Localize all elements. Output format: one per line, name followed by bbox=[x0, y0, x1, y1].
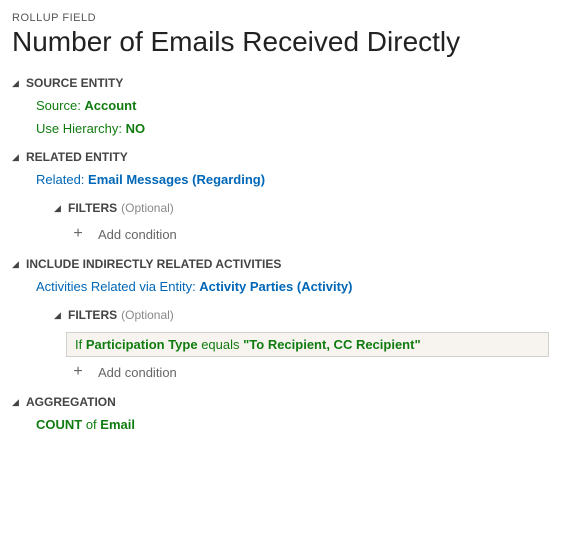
filters-optional: (Optional) bbox=[121, 201, 174, 215]
collapse-icon: ◢ bbox=[12, 78, 26, 89]
plus-icon: + bbox=[68, 363, 88, 381]
collapse-icon: ◢ bbox=[54, 310, 68, 321]
filter-condition-row[interactable]: If Participation Type equals "To Recipie… bbox=[66, 332, 549, 357]
source-label: Source: bbox=[36, 98, 84, 113]
paren-open: ( bbox=[293, 279, 301, 294]
condition-field: Participation Type bbox=[86, 337, 198, 352]
via-entity-row[interactable]: Activities Related via Entity: Activity … bbox=[36, 279, 549, 294]
section-related-entity: ◢ Related Entity Related: Email Messages… bbox=[12, 150, 549, 243]
page-title: Number of Emails Received Directly bbox=[12, 26, 549, 58]
related-field: Regarding bbox=[196, 172, 260, 187]
filters-header[interactable]: ◢ Filters (Optional) bbox=[54, 308, 549, 322]
via-entity: Activity Parties bbox=[199, 279, 293, 294]
add-condition-label: Add condition bbox=[98, 227, 177, 242]
source-value: Account bbox=[84, 98, 136, 113]
section-aggregation: ◢ Aggregation COUNT of Email bbox=[12, 395, 549, 432]
condition-value: "To Recipient, CC Recipient" bbox=[243, 337, 421, 352]
related-label: Related: bbox=[36, 172, 88, 187]
hierarchy-value: NO bbox=[126, 121, 146, 136]
filters-label: Filters bbox=[68, 201, 117, 215]
hierarchy-row[interactable]: Use Hierarchy: NO bbox=[36, 121, 549, 136]
paren-close: ) bbox=[348, 279, 352, 294]
section-header-indirect[interactable]: ◢ Include Indirectly Related Activities bbox=[12, 257, 549, 271]
collapse-icon: ◢ bbox=[12, 152, 26, 163]
section-label: Aggregation bbox=[26, 395, 116, 409]
related-entity: Email Messages bbox=[88, 172, 188, 187]
page-header: ROLLUP FIELD Number of Emails Received D… bbox=[12, 12, 549, 58]
filters-label: Filters bbox=[68, 308, 117, 322]
related-row[interactable]: Related: Email Messages (Regarding) bbox=[36, 172, 549, 187]
section-header-aggregation[interactable]: ◢ Aggregation bbox=[12, 395, 549, 409]
section-label: Include Indirectly Related Activities bbox=[26, 257, 281, 271]
section-label: Related Entity bbox=[26, 150, 128, 164]
aggregation-row[interactable]: COUNT of Email bbox=[36, 417, 549, 432]
collapse-icon: ◢ bbox=[12, 259, 26, 270]
collapse-icon: ◢ bbox=[12, 397, 26, 408]
via-field: Activity bbox=[301, 279, 348, 294]
condition-op: equals bbox=[198, 337, 244, 352]
aggregation-function: COUNT bbox=[36, 417, 82, 432]
section-source-entity: ◢ Source Entity Source: Account Use Hier… bbox=[12, 76, 549, 136]
plus-icon: + bbox=[68, 225, 88, 243]
aggregation-field: Email bbox=[100, 417, 135, 432]
hierarchy-label: Use Hierarchy: bbox=[36, 121, 126, 136]
aggregation-of: of bbox=[82, 417, 100, 432]
add-condition-label: Add condition bbox=[98, 365, 177, 380]
filters-header[interactable]: ◢ Filters (Optional) bbox=[54, 201, 549, 215]
filters-block-indirect: ◢ Filters (Optional) If Participation Ty… bbox=[54, 308, 549, 381]
section-indirect-activities: ◢ Include Indirectly Related Activities … bbox=[12, 257, 549, 381]
source-row[interactable]: Source: Account bbox=[36, 98, 549, 113]
page-caption: ROLLUP FIELD bbox=[12, 12, 549, 24]
section-label: Source Entity bbox=[26, 76, 123, 90]
paren-close: ) bbox=[261, 172, 265, 187]
filters-block-related: ◢ Filters (Optional) + Add condition bbox=[54, 201, 549, 243]
via-label: Activities Related via Entity: bbox=[36, 279, 199, 294]
section-header-source[interactable]: ◢ Source Entity bbox=[12, 76, 549, 90]
add-condition-button[interactable]: + Add condition bbox=[68, 363, 549, 381]
condition-if: If bbox=[75, 337, 86, 352]
collapse-icon: ◢ bbox=[54, 203, 68, 214]
add-condition-button[interactable]: + Add condition bbox=[68, 225, 549, 243]
filters-optional: (Optional) bbox=[121, 308, 174, 322]
section-header-related[interactable]: ◢ Related Entity bbox=[12, 150, 549, 164]
